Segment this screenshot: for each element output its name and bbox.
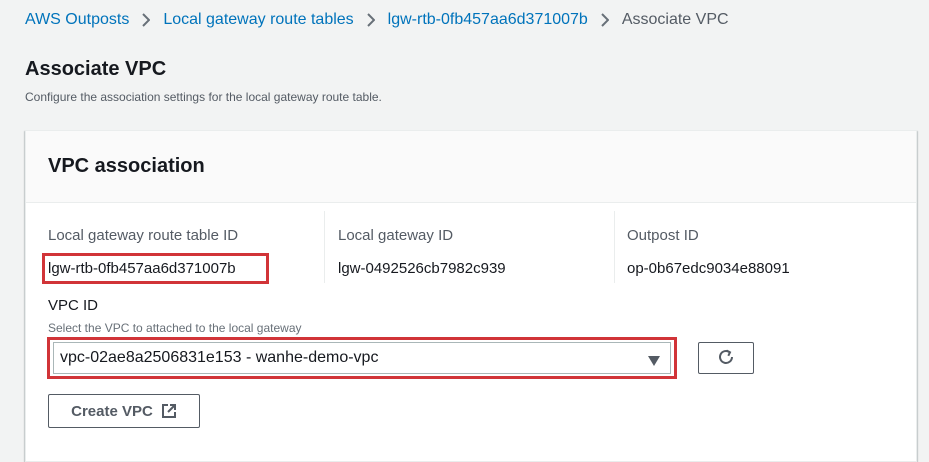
chevron-right-icon bbox=[601, 13, 609, 27]
breadcrumb-link-aws-outposts[interactable]: AWS Outposts bbox=[25, 10, 129, 30]
route-table-id-label: Local gateway route table ID bbox=[48, 227, 239, 244]
outpost-id-label: Outpost ID bbox=[627, 227, 699, 244]
breadcrumb-current: Associate VPC bbox=[621, 11, 729, 28]
refresh-button[interactable] bbox=[698, 342, 754, 374]
create-vpc-button[interactable]: Create VPC bbox=[48, 394, 200, 428]
local-gateway-id-value: lgw-0492526cb7982c939 bbox=[338, 260, 506, 277]
breadcrumb-link-local-gateway-route-tables[interactable]: Local gateway route tables bbox=[163, 10, 353, 30]
panel-title: VPC association bbox=[48, 155, 205, 177]
panel-header: VPC association bbox=[26, 131, 916, 203]
external-link-icon bbox=[161, 403, 177, 419]
page-description: Configure the association settings for t… bbox=[25, 90, 382, 104]
column-divider bbox=[614, 211, 615, 283]
vpc-id-highlight bbox=[47, 337, 677, 379]
page-title: Associate VPC bbox=[25, 58, 167, 80]
chevron-right-icon bbox=[366, 13, 375, 27]
vpc-association-panel: VPC association Local gateway route tabl… bbox=[25, 130, 917, 462]
vpc-id-description: Select the VPC to attached to the local … bbox=[48, 321, 302, 335]
local-gateway-id-label: Local gateway ID bbox=[338, 227, 454, 244]
outpost-id-value: op-0b67edc9034e88091 bbox=[627, 260, 790, 277]
chevron-right-icon bbox=[142, 13, 151, 27]
create-vpc-label: Create VPC bbox=[71, 402, 153, 420]
breadcrumb: AWS Outposts Local gateway route tables … bbox=[25, 10, 729, 30]
vpc-id-label: VPC ID bbox=[48, 297, 99, 314]
column-divider bbox=[324, 211, 325, 283]
refresh-icon bbox=[717, 348, 735, 369]
route-table-id-highlight bbox=[42, 253, 269, 284]
breadcrumb-link-route-table[interactable]: lgw-rtb-0fb457aa6d371007b bbox=[388, 10, 588, 30]
